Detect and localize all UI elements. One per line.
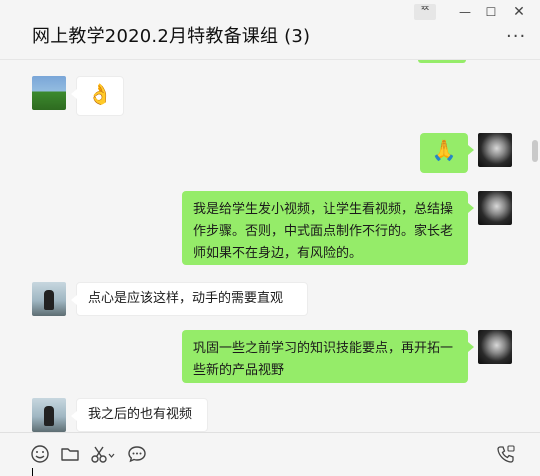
- chat-title: 网上教学2020.2月特教备课组 (3): [32, 26, 311, 47]
- title-bar: 网上教学2020.2月特教备课组 (3) ᅑ — ☐ ✕ ···: [0, 0, 540, 60]
- monochrome-avatar[interactable]: [478, 191, 512, 225]
- previous-message-edge: [418, 60, 466, 63]
- incoming-message[interactable]: 我之后的也有视频: [71, 398, 208, 432]
- folder-icon[interactable]: [60, 444, 80, 464]
- scrollbar[interactable]: [532, 140, 538, 162]
- rider-avatar[interactable]: [32, 398, 66, 432]
- text-cursor: [32, 468, 33, 476]
- incoming-message[interactable]: 👌: [71, 76, 124, 116]
- monochrome-avatar[interactable]: [478, 133, 512, 167]
- chat-bubble-icon[interactable]: [127, 444, 147, 464]
- incoming-message[interactable]: 点心是应该这样，动手的需要直观: [71, 282, 308, 316]
- message-list[interactable]: 👌 🙏 我是给学生发小视频，让学生看视频，总结操作步骤。否则，中式面点制作不行的…: [0, 60, 540, 432]
- outgoing-message[interactable]: 巩固一些之前学习的知识技能要点，再开拓一些新的产品视野: [182, 330, 474, 383]
- more-options-button[interactable]: ···: [506, 26, 526, 47]
- pin-button[interactable]: ᅑ: [414, 4, 436, 20]
- emoji-icon[interactable]: [30, 444, 50, 464]
- input-toolbar: [0, 432, 540, 476]
- close-button[interactable]: ✕: [508, 4, 530, 20]
- landscape-avatar[interactable]: [32, 76, 66, 110]
- monochrome-avatar[interactable]: [478, 330, 512, 364]
- outgoing-message[interactable]: 🙏: [420, 133, 474, 173]
- rider-avatar[interactable]: [32, 282, 66, 316]
- maximize-button[interactable]: ☐: [480, 4, 502, 20]
- minimize-button[interactable]: —: [454, 4, 476, 20]
- outgoing-message[interactable]: 我是给学生发小视频，让学生看视频，总结操作步骤。否则，中式面点制作不行的。家长老…: [182, 191, 474, 265]
- video-call-icon[interactable]: [496, 444, 516, 464]
- scissors-icon[interactable]: [90, 444, 116, 464]
